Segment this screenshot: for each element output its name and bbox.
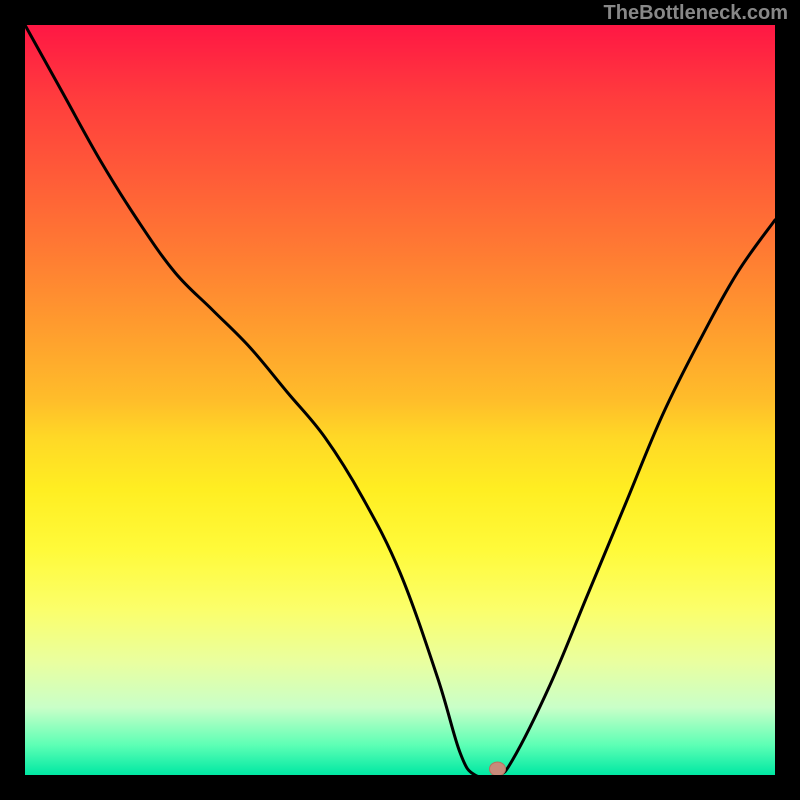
chart-svg [25,25,775,775]
curve-line [25,25,775,775]
watermark-text: TheBottleneck.com [604,2,788,25]
chart-container: TheBottleneck.com [0,0,800,800]
marker-dot [490,762,506,775]
plot-area [25,25,775,775]
